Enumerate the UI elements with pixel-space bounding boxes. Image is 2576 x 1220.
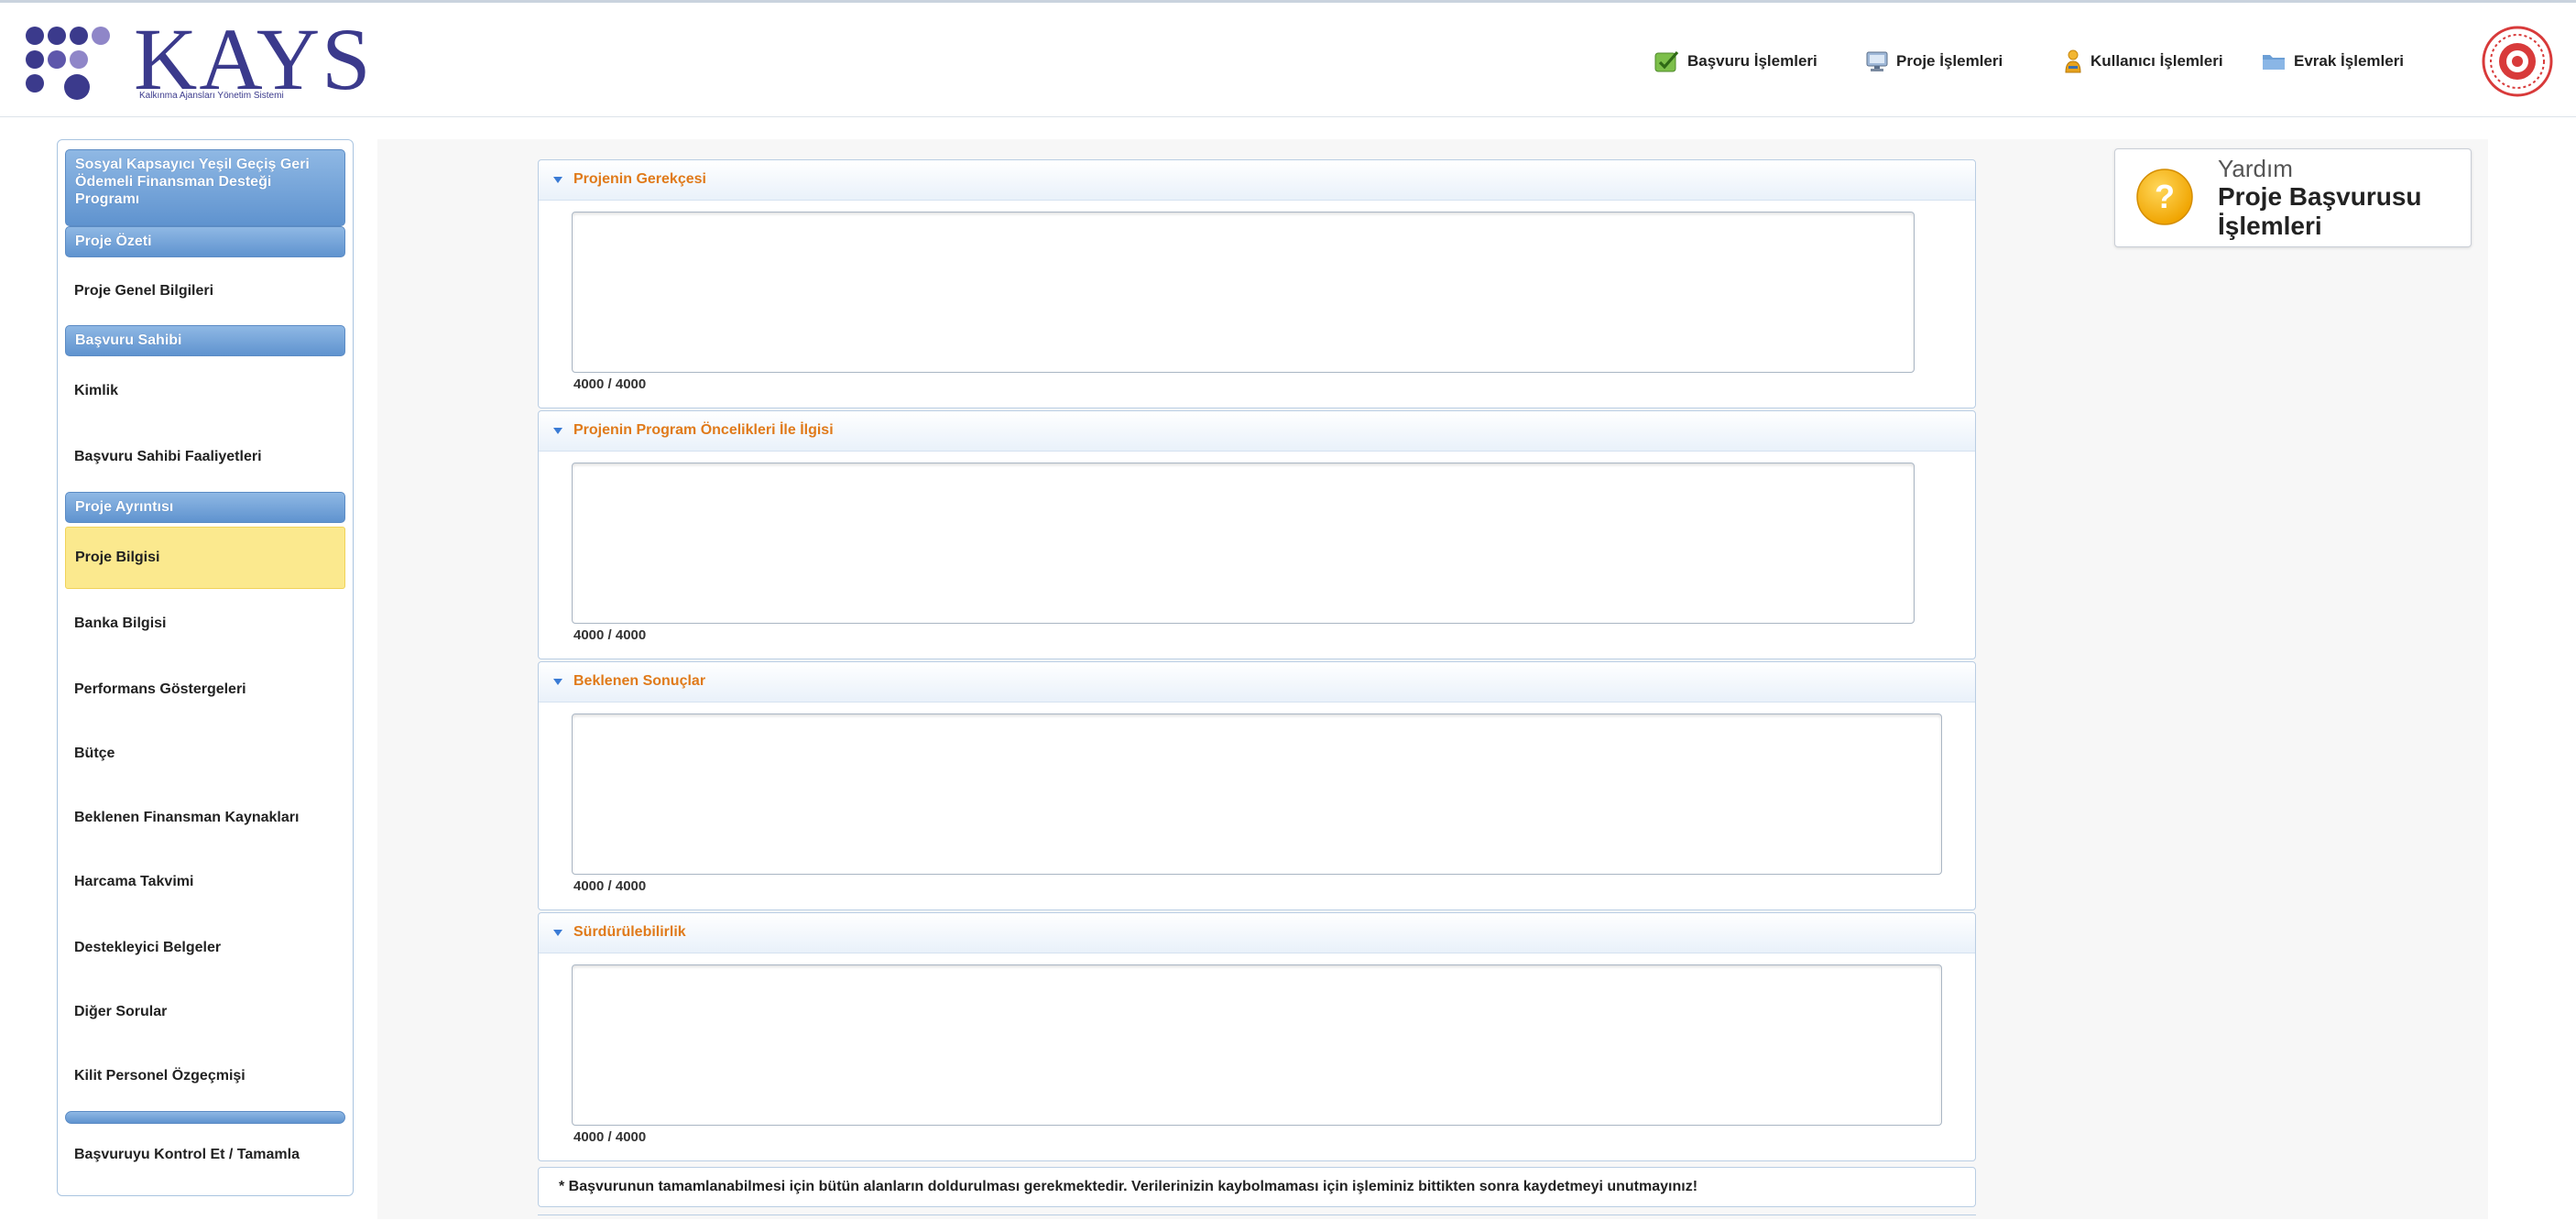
projenin-gerekcesi-textarea[interactable]	[572, 212, 1915, 373]
char-counter: 4000 / 4000	[573, 376, 647, 392]
panel-title: Beklenen Sonuçlar	[573, 673, 706, 689]
ministry-seal-icon	[2482, 26, 2553, 97]
nav-label: Evrak İşlemleri	[2294, 52, 2405, 70]
sidebar-item-proje-genel-bilgileri[interactable]: Proje Genel Bilgileri	[65, 260, 345, 322]
sidebar-section-basvuru-sahibi[interactable]: Başvuru Sahibi	[65, 325, 345, 356]
sidebar-item-kimlik[interactable]: Kimlik	[65, 360, 345, 422]
panel-header[interactable]: Beklenen Sonuçlar	[539, 662, 1975, 703]
folder-icon	[2263, 55, 2285, 70]
panel-header[interactable]: Projenin Gerekçesi	[539, 160, 1975, 201]
panel-title: Sürdürülebilirlik	[573, 924, 686, 940]
collapse-caret-icon[interactable]	[553, 428, 562, 434]
panel-program-oncelikleri: Projenin Program Öncelikleri İle İlgisi …	[538, 410, 1976, 659]
sidebar-item-kilit-personel-ozgecmisi[interactable]: Kilit Personel Özgeçmişi	[65, 1045, 345, 1107]
char-counter: 4000 / 4000	[573, 878, 647, 894]
nav-kullanici-islemleri[interactable]: Kullanıcı İşlemleri	[2063, 45, 2261, 78]
panel-surdurulebilirlik: Sürdürülebilirlik 4000 / 4000	[538, 912, 1976, 1161]
sidebar-section-proje-ozeti[interactable]: Proje Özeti	[65, 226, 345, 257]
sidebar-item-destekleyici-belgeler[interactable]: Destekleyici Belgeler	[65, 917, 345, 979]
program-oncelikleri-textarea[interactable]	[572, 463, 1915, 624]
monitor-icon	[1866, 51, 1888, 71]
sidebar-item-performans-gostergeleri[interactable]: Performans Göstergeleri	[65, 659, 345, 721]
sidebar: Sosyal Kapsayıcı Yeşil Geçiş Geri Ödemel…	[57, 139, 354, 1196]
surdurulebilirlik-textarea[interactable]	[572, 964, 1942, 1126]
nav-label: Proje İşlemleri	[1896, 52, 2003, 70]
user-icon	[2065, 49, 2081, 73]
svg-text:?: ?	[2155, 178, 2175, 215]
sidebar-item-diger-sorular[interactable]: Diğer Sorular	[65, 981, 345, 1043]
nav-label: Başvuru İşlemleri	[1687, 52, 1817, 70]
question-icon: ?	[2136, 169, 2193, 225]
help-box[interactable]: ? Yardım Proje Başvurusu İşlemleri	[2114, 148, 2472, 247]
sidebar-item-basvuru-sahibi-faaliyetleri[interactable]: Başvuru Sahibi Faaliyetleri	[65, 426, 345, 488]
collapse-caret-icon[interactable]	[553, 177, 562, 183]
sidebar-separator-bar	[65, 1111, 345, 1124]
panel-header[interactable]: Projenin Program Öncelikleri İle İlgisi	[539, 411, 1975, 452]
help-title: Proje Başvurusu İşlemleri	[2218, 182, 2422, 240]
logo-subtitle: Kalkınma Ajansları Yönetim Sistemi	[139, 91, 284, 101]
collapse-caret-icon[interactable]	[553, 679, 562, 685]
sidebar-section-proje-ayrintisi[interactable]: Proje Ayrıntısı	[65, 492, 345, 523]
panel-title: Projenin Gerekçesi	[573, 171, 706, 187]
kays-logo[interactable]: KAYS Kalkınma Ajansları Yönetim Sistemi	[26, 16, 371, 105]
app-header: KAYS Kalkınma Ajansları Yönetim Sistemi …	[0, 0, 2576, 117]
logo-dots-icon	[26, 27, 117, 100]
panel-title: Projenin Program Öncelikleri İle İlgisi	[573, 422, 834, 438]
nav-proje-islemleri[interactable]: Proje İşlemleri	[1865, 45, 2063, 78]
collapse-caret-icon[interactable]	[553, 930, 562, 936]
char-counter: 4000 / 4000	[573, 627, 647, 643]
char-counter: 4000 / 4000	[573, 1129, 647, 1145]
panel-beklenen-sonuclar: Beklenen Sonuçlar 4000 / 4000	[538, 661, 1976, 910]
panel-projenin-gerekcesi: Projenin Gerekçesi 4000 / 4000	[538, 159, 1976, 408]
top-navigation: Başvuru İşlemleri Proje İşlemleri Kullan…	[1654, 45, 2444, 78]
required-fields-notice: * Başvurunun tamamlanabilmesi için bütün…	[538, 1167, 1976, 1207]
nav-label: Kullanıcı İşlemleri	[2090, 52, 2223, 70]
sidebar-item-banka-bilgisi[interactable]: Banka Bilgisi	[65, 593, 345, 655]
nav-basvuru-islemleri[interactable]: Başvuru İşlemleri	[1654, 45, 1865, 78]
nav-evrak-islemleri[interactable]: Evrak İşlemleri	[2261, 45, 2444, 78]
check-icon	[1654, 50, 1679, 72]
sidebar-item-harcama-takvimi[interactable]: Harcama Takvimi	[65, 851, 345, 913]
sidebar-program-title: Sosyal Kapsayıcı Yeşil Geçiş Geri Ödemel…	[65, 149, 345, 226]
sidebar-item-butce[interactable]: Bütçe	[65, 723, 345, 785]
sidebar-item-proje-bilgisi[interactable]: Proje Bilgisi	[65, 527, 345, 589]
sidebar-item-basvuruyu-kontrol-et[interactable]: Başvuruyu Kontrol Et / Tamamla	[65, 1124, 345, 1186]
sidebar-item-beklenen-finansman-kaynaklari[interactable]: Beklenen Finansman Kaynakları	[65, 787, 345, 849]
beklenen-sonuclar-textarea[interactable]	[572, 713, 1942, 875]
panel-header[interactable]: Sürdürülebilirlik	[539, 913, 1975, 953]
help-label: Yardım	[2218, 155, 2293, 182]
bottom-divider	[538, 1215, 1976, 1220]
